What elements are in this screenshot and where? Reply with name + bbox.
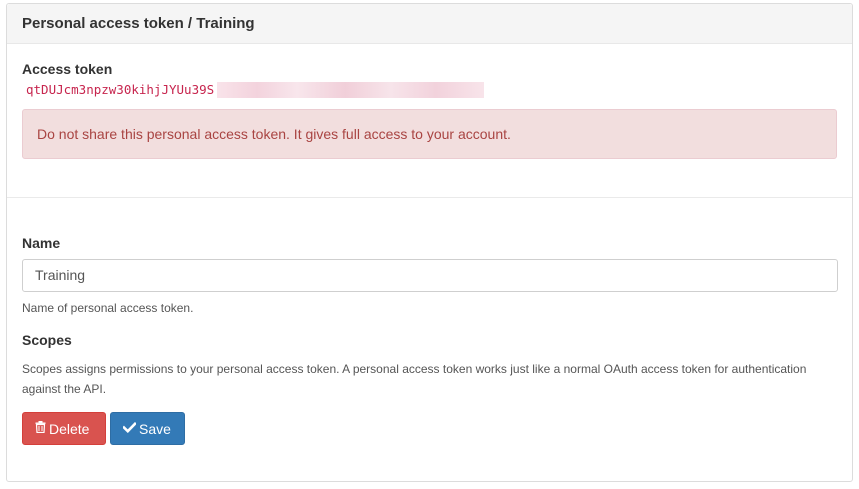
trash-icon (35, 421, 46, 436)
save-button-label: Save (139, 420, 171, 437)
name-input[interactable]: Training (22, 259, 838, 292)
panel-title: Personal access token / Training (7, 4, 852, 44)
scopes-help-text: Scopes assigns permissions to your perso… (22, 362, 807, 396)
access-token-value[interactable]: qtDUJcm3npzw30kihjJYUu39S (22, 81, 214, 99)
warning-alert: Do not share this personal access token.… (22, 109, 837, 159)
access-token-section: Access token qtDUJcm3npzw30kihjJYUu39S D… (7, 44, 852, 198)
delete-button[interactable]: Delete (22, 412, 106, 445)
delete-button-label: Delete (49, 420, 90, 437)
name-label: Name (22, 235, 61, 251)
access-token-label: Access token (22, 61, 113, 77)
token-panel: Personal access token / Training Access … (6, 3, 853, 482)
access-token-row: qtDUJcm3npzw30kihjJYUu39S (22, 81, 837, 99)
save-button[interactable]: Save (110, 412, 185, 445)
action-buttons: Delete Save (22, 412, 837, 445)
access-token-redacted (217, 82, 484, 98)
scopes-label: Scopes (22, 332, 72, 348)
token-form: Name Training Name of personal access to… (7, 198, 852, 445)
name-help-text: Name of personal access token. (22, 301, 194, 315)
check-icon (122, 421, 137, 436)
